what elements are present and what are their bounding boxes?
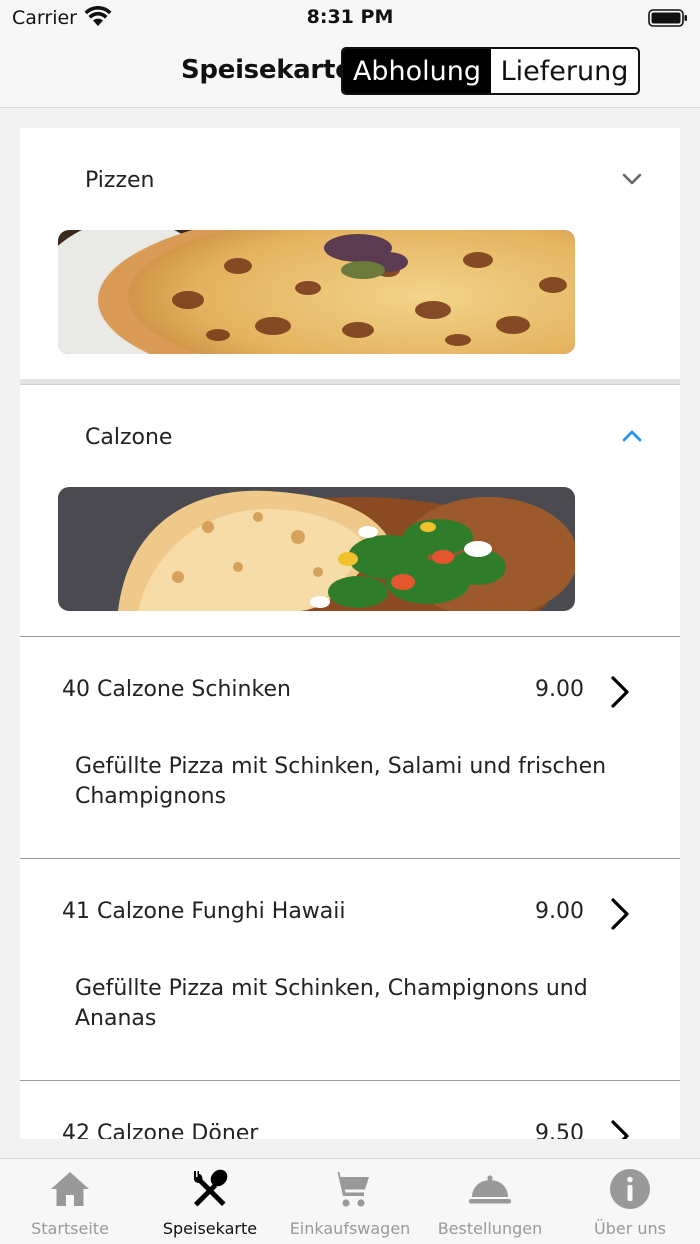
tab-label: Speisekarte <box>162 1219 258 1238</box>
section-title: Pizzen <box>85 168 155 193</box>
pizza-image <box>58 230 575 354</box>
list-item[interactable]: 40 Calzone Schinken 9.00 Gefüllte Pizza … <box>20 636 680 858</box>
cloche-icon <box>469 1175 511 1204</box>
status-time: 8:31 PM <box>306 6 394 28</box>
home-icon <box>51 1172 89 1206</box>
tab-ueber-uns[interactable]: Über uns <box>560 1159 700 1244</box>
chevron-right-icon[interactable] <box>609 1118 631 1139</box>
tab-bestellungen[interactable]: Bestellungen <box>420 1159 560 1244</box>
tab-bar: Startseite Speisekarte Einkaufswagen Bes… <box>0 1158 700 1244</box>
section-calzone[interactable]: Calzone <box>20 385 680 636</box>
battery-icon <box>648 9 687 27</box>
tab-startseite[interactable]: Startseite <box>0 1159 140 1244</box>
chevron-right-icon[interactable] <box>609 896 631 932</box>
segment-lieferung[interactable]: Lieferung <box>491 49 638 93</box>
info-icon <box>610 1169 650 1209</box>
tab-label: Bestellungen <box>437 1219 543 1238</box>
item-description: Gefüllte Pizza mit Schinken, Salami und … <box>75 754 607 809</box>
status-bar: Carrier 8:31 PM <box>0 0 700 38</box>
list-item[interactable]: 42 Calzone Döner 9.50 <box>20 1080 680 1139</box>
section-pizzen[interactable]: Pizzen <box>20 128 680 379</box>
section-title: Calzone <box>85 425 173 450</box>
tab-label: Einkaufswagen <box>289 1219 411 1238</box>
menu-list[interactable]: Pizzen Calzone 40 Calzone Schinken 9.00 … <box>20 128 680 1139</box>
item-price: 9.50 <box>535 1121 584 1139</box>
chevron-up-icon[interactable] <box>622 429 642 443</box>
delivery-mode-segmented-control[interactable]: Abholung Lieferung <box>341 47 640 95</box>
tab-speisekarte[interactable]: Speisekarte <box>140 1159 280 1244</box>
chevron-down-icon[interactable] <box>622 172 642 186</box>
cart-icon <box>331 1172 369 1207</box>
tab-label: Startseite <box>31 1219 109 1238</box>
calzone-image <box>58 487 575 611</box>
tab-label: Über uns <box>594 1219 666 1238</box>
list-item[interactable]: 41 Calzone Funghi Hawaii 9.00 Gefüllte P… <box>20 858 680 1080</box>
page-title: Speisekarte <box>181 55 353 85</box>
item-name: 41 Calzone Funghi Hawaii <box>62 899 346 924</box>
item-name: 40 Calzone Schinken <box>62 677 291 702</box>
item-description: Gefüllte Pizza mit Schinken, Champignons… <box>75 976 588 1031</box>
segment-abholung[interactable]: Abholung <box>343 49 491 93</box>
chevron-right-icon[interactable] <box>609 674 631 710</box>
fork-knife-icon <box>194 1169 228 1207</box>
item-name: 42 Calzone Döner <box>62 1121 259 1139</box>
tab-einkaufswagen[interactable]: Einkaufswagen <box>280 1159 420 1244</box>
item-price: 9.00 <box>535 899 584 924</box>
navigation-bar: Speisekarte Abholung Lieferung <box>0 38 700 108</box>
item-price: 9.00 <box>535 677 584 702</box>
